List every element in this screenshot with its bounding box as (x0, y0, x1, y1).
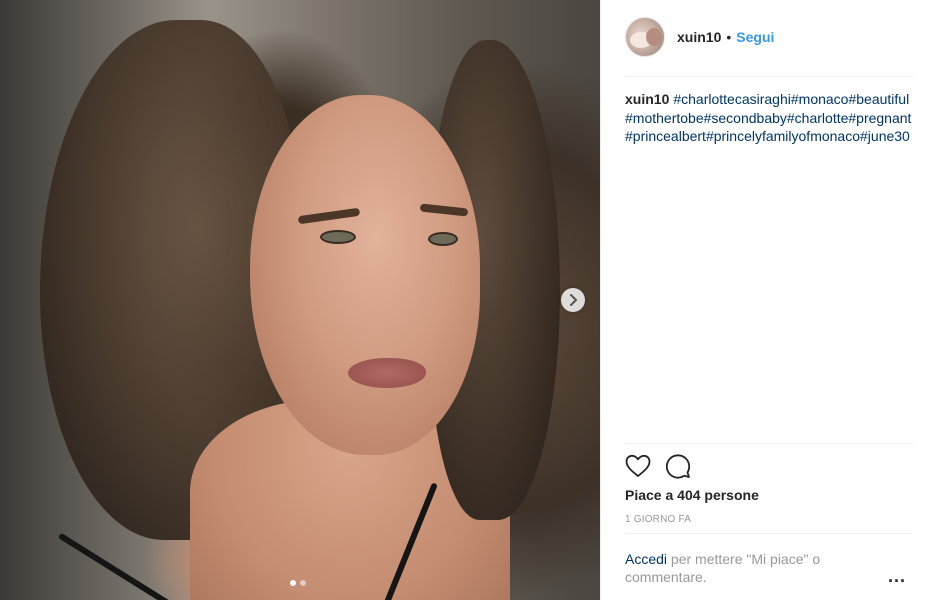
carousel-next-button[interactable] (561, 288, 585, 312)
post-timestamp: 1 GIORNO FA (625, 514, 692, 525)
post-header: xuin10 • Segui (625, 16, 774, 58)
divider (625, 443, 913, 444)
speech-bubble-icon (665, 454, 691, 479)
carousel-indicator (290, 580, 306, 586)
carousel-dot (300, 580, 306, 586)
heart-outline-icon (625, 454, 651, 477)
photo-lips (348, 358, 426, 388)
username-link[interactable]: xuin10 (677, 29, 721, 45)
divider (625, 76, 913, 77)
like-button[interactable] (625, 453, 651, 479)
photo-strap-left (57, 532, 189, 600)
comment-button[interactable] (665, 453, 691, 479)
post-photo[interactable] (0, 0, 600, 600)
header-separator: • (726, 29, 732, 45)
avatar[interactable] (625, 17, 665, 57)
chevron-right-icon (570, 294, 577, 306)
post-caption: xuin10 #charlottecasiraghi#monaco#beautif… (625, 90, 915, 146)
likes-count[interactable]: Piace a 404 persone (625, 487, 759, 503)
avatar-shape (646, 28, 662, 46)
caption-username[interactable]: xuin10 (625, 91, 669, 107)
photo-eye-left (320, 230, 356, 244)
carousel-dot-active (290, 580, 296, 586)
follow-button[interactable]: Segui (736, 29, 774, 45)
post-actions (625, 453, 691, 479)
photo-face (250, 95, 480, 455)
divider (625, 533, 913, 534)
login-link[interactable]: Accedi (625, 551, 667, 567)
photo-eye-right (428, 232, 458, 246)
more-options-button[interactable]: ... (888, 566, 906, 587)
post-sidebar: xuin10 • Segui xuin10 #charlottecasiraghi… (600, 0, 941, 600)
login-prompt: Accedi per mettere "Mi piace" o commenta… (625, 550, 865, 586)
